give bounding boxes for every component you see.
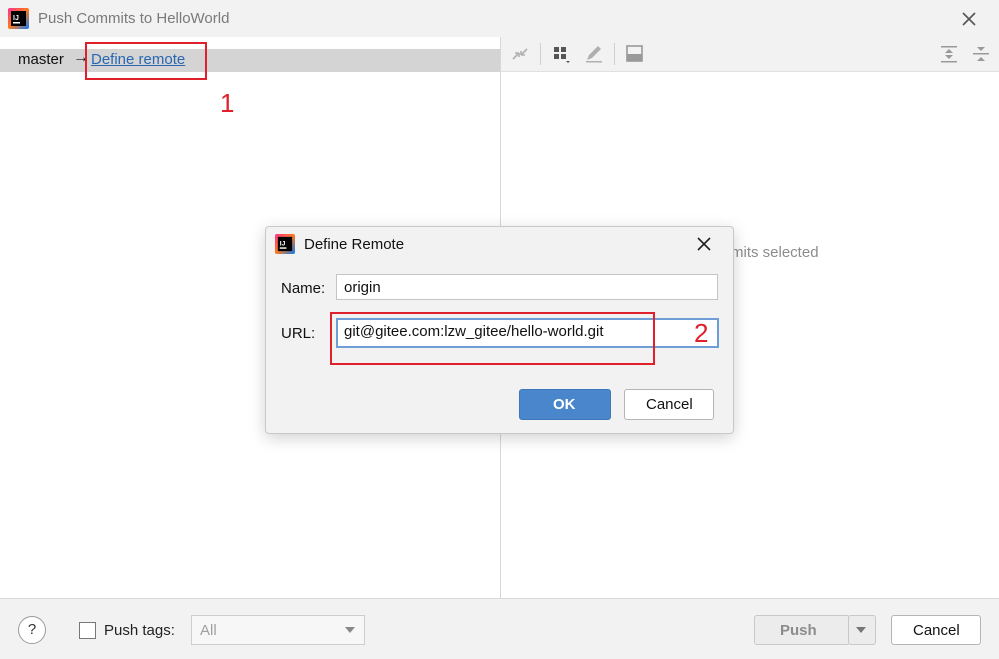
preview-panel-icon[interactable] (624, 43, 646, 65)
push-button-label: Push (780, 622, 817, 639)
toolbar-separator (614, 43, 615, 65)
cancel-button-label: Cancel (913, 622, 960, 639)
svg-text:IJ: IJ (280, 240, 286, 247)
dialog-cancel-button-label: Cancel (646, 396, 693, 413)
svg-text:IJ: IJ (13, 15, 19, 22)
empty-state-text: mits selected (731, 244, 819, 261)
annotation-number-1: 1 (220, 88, 235, 118)
dialog-title: Define Remote (304, 236, 405, 253)
push-tags-select-value: All (200, 622, 217, 639)
name-label: Name: (281, 280, 326, 297)
details-toolbar (501, 37, 999, 72)
collapse-arrows-icon[interactable] (509, 43, 531, 65)
annotation-number-2: 2 (694, 318, 709, 348)
close-icon[interactable] (694, 234, 714, 254)
intellij-app-icon: IJ (8, 8, 29, 29)
annotation-box-2 (330, 312, 655, 365)
collapse-all-icon[interactable] (970, 43, 992, 65)
group-by-icon[interactable] (551, 43, 573, 65)
help-button[interactable]: ? (18, 616, 46, 644)
edit-icon[interactable] (583, 43, 605, 65)
url-label: URL: (281, 325, 316, 342)
intellij-app-icon: IJ (275, 234, 295, 254)
close-icon[interactable] (958, 8, 980, 30)
window-title: Push Commits to HelloWorld (38, 10, 230, 27)
expand-all-icon[interactable] (938, 43, 960, 65)
branch-name: master (18, 51, 64, 68)
push-tags-select[interactable] (191, 615, 365, 645)
annotation-box-1 (85, 42, 207, 80)
ok-button-label: OK (553, 396, 576, 413)
chevron-down-icon (856, 627, 866, 633)
push-tags-label: Push tags: (104, 622, 175, 639)
chevron-down-icon (345, 627, 355, 633)
toolbar-separator (540, 43, 541, 65)
push-tags-checkbox[interactable] (79, 622, 96, 639)
name-field[interactable]: origin (336, 274, 718, 300)
